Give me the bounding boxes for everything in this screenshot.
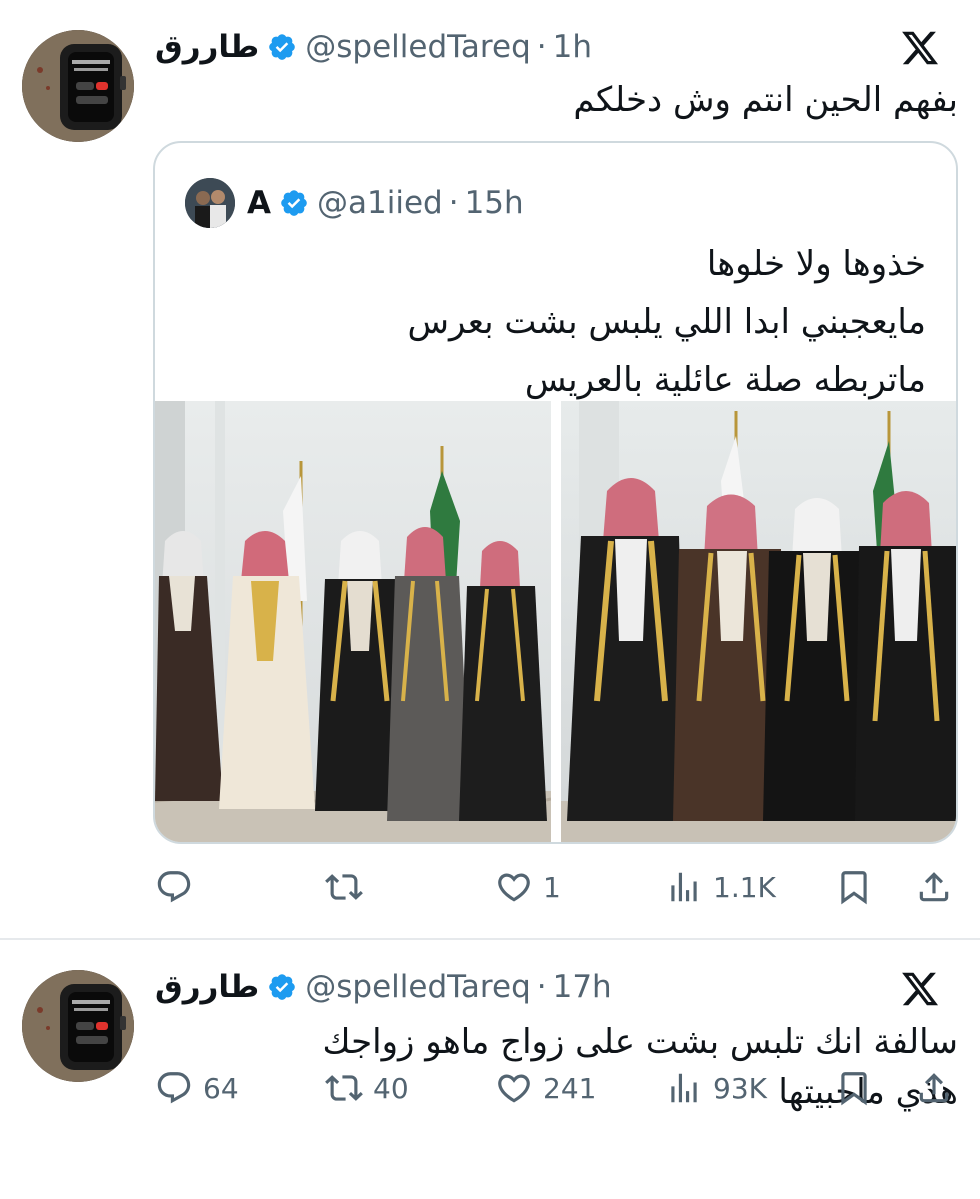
bookmark-button[interactable] [835,1063,873,1113]
share-icon [919,1073,949,1103]
retweet-icon [325,874,363,900]
tweet-header: طاررق @spelledTareq · 17h [155,967,612,1007]
author-avatar[interactable] [22,970,134,1082]
bookmark-button[interactable] [835,862,873,912]
retweet-button[interactable]: 40 [325,1063,409,1113]
views-icon [671,872,697,902]
like-count: 241 [543,1071,597,1105]
author-handle[interactable]: @spelledTareq [305,29,531,65]
like-button[interactable]: 241 [495,1063,596,1113]
tweet-text: بفهم الحين انتم وش دخلكم [573,75,958,125]
share-icon [919,872,949,902]
timestamp[interactable]: 17h [553,969,612,1005]
tweet-reply[interactable]: طاررق @spelledTareq · 17h سالفة انك تلبس… [0,940,980,1199]
views-icon [671,1073,697,1103]
quoted-tweet[interactable]: A @a1iied · 15h خذوها ولا خلوها مايعجبني… [153,141,958,844]
author-handle[interactable]: @spelledTareq [305,969,531,1005]
x-logo-icon [902,972,939,1006]
quoted-author-avatar[interactable] [185,178,235,228]
bookmark-icon [841,871,867,905]
tweet-actions: 1 1.1K [155,862,955,912]
verified-badge-icon [269,974,296,1000]
share-button[interactable] [915,862,953,912]
retweet-count: 40 [373,1071,409,1105]
media-photo-group-five[interactable] [155,401,551,842]
views-button[interactable]: 93K [665,1063,767,1113]
media-photo-group-four[interactable] [561,401,956,842]
views-button[interactable]: 1.1K [665,862,776,912]
tweet-main[interactable]: طاررق @spelledTareq · 1h بفهم الحين انتم… [0,0,980,938]
author-name[interactable]: طاررق [155,29,259,65]
heart-icon [498,873,530,902]
x-logo-icon [902,31,939,65]
quoted-text: خذوها ولا خلوها مايعجبني ابدا اللي يلبس … [407,235,926,409]
separator: · [448,185,459,221]
tweet-header: طاررق @spelledTareq · 1h [155,27,592,67]
like-button[interactable]: 1 [495,862,561,912]
quoted-media [155,401,956,842]
tweet-text-line: سالفة انك تلبس بشت على زواج ماهو زواجك [322,1022,959,1062]
timestamp[interactable]: 1h [553,29,592,65]
tweet-actions: 64 40 241 93K [155,1063,955,1113]
quoted-timestamp[interactable]: 15h [465,185,524,221]
views-count: 1.1K [713,870,776,904]
verified-badge-icon [269,34,296,60]
quoted-author-handle[interactable]: @a1iied [317,185,443,221]
quoted-author-name[interactable]: A [247,185,271,221]
reply-icon [157,1072,191,1104]
verified-badge-icon [281,190,307,216]
reply-button[interactable]: 64 [155,1063,239,1113]
bookmark-icon [841,1072,867,1106]
author-name[interactable]: طاررق [155,969,259,1005]
heart-icon [498,1074,530,1103]
tweet-text-line: بفهم الحين انتم وش دخلكم [573,80,958,120]
quoted-header: A @a1iied · 15h [185,178,524,228]
separator: · [536,969,547,1005]
retweet-button[interactable] [325,862,373,912]
share-button[interactable] [915,1063,953,1113]
separator: · [536,29,547,65]
reply-count: 64 [203,1071,239,1105]
retweet-icon [325,1075,363,1101]
author-avatar[interactable] [22,30,134,142]
quoted-text-line: مايعجبني ابدا اللي يلبس بشت بعرس [407,302,926,342]
views-count: 93K [713,1071,767,1105]
quoted-text-line: خذوها ولا خلوها [706,244,926,284]
reply-button[interactable] [155,862,203,912]
reply-icon [157,871,191,903]
like-count: 1 [543,870,561,904]
